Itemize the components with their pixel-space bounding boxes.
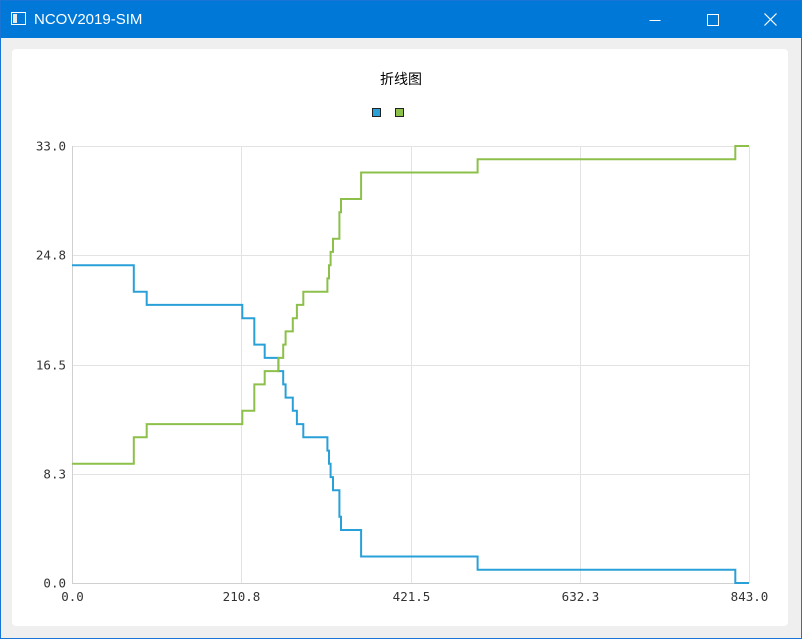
- line-chart: 0.0 210.8 421.5 632.3 843.0 33.0 24.8 16.5 8.3 0.…: [36, 139, 768, 605]
- series-layer: [72, 145, 749, 584]
- grid: [72, 146, 750, 584]
- x-tick-label: 421.5: [393, 589, 431, 604]
- y-tick-label: 24.8: [36, 248, 66, 263]
- y-tick-label: 16.5: [36, 358, 66, 373]
- x-tick-label: 843.0: [731, 589, 769, 604]
- x-tick-label: 632.3: [562, 589, 600, 604]
- y-tick-label: 0.0: [43, 576, 66, 591]
- axes: [72, 146, 749, 584]
- tick-labels: 0.0 210.8 421.5 632.3 843.0 33.0 24.8 16.5 8.3 0.…: [36, 139, 768, 605]
- y-tick-label: 8.3: [43, 467, 66, 482]
- x-tick-label: 0.0: [61, 589, 84, 604]
- y-tick-label: 33.0: [36, 139, 66, 154]
- x-tick-label: 210.8: [223, 589, 261, 604]
